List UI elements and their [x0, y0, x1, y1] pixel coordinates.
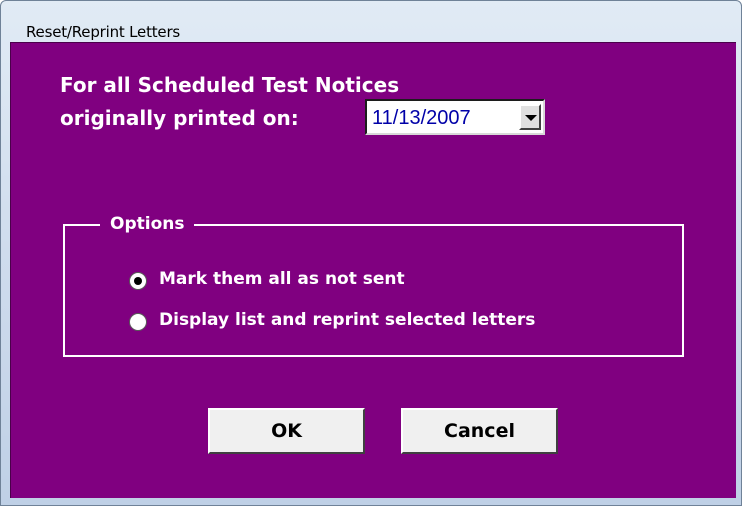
title-bar[interactable]: Reset/Reprint Letters	[1, 1, 741, 41]
radio-button-selected[interactable]	[129, 272, 147, 290]
cancel-button[interactable]: Cancel	[401, 408, 558, 454]
dropdown-button[interactable]	[519, 104, 541, 130]
window-title: Reset/Reprint Letters	[26, 23, 181, 41]
chevron-down-icon	[525, 115, 537, 121]
option-label: Display list and reprint selected letter…	[159, 310, 536, 330]
date-value: 11/13/2007	[372, 107, 471, 129]
radio-dot-icon	[134, 277, 142, 285]
radio-button[interactable]	[129, 313, 147, 331]
ok-button[interactable]: OK	[208, 408, 365, 454]
heading-line-2: originally printed on:	[60, 106, 299, 130]
heading-line-1: For all Scheduled Test Notices	[60, 73, 400, 97]
options-group	[63, 224, 684, 357]
dialog-window: Reset/Reprint Letters For all Scheduled …	[0, 0, 742, 506]
option-label: Mark them all as not sent	[159, 269, 405, 289]
options-legend: Options	[100, 214, 195, 234]
date-dropdown[interactable]: 11/13/2007	[365, 99, 545, 135]
